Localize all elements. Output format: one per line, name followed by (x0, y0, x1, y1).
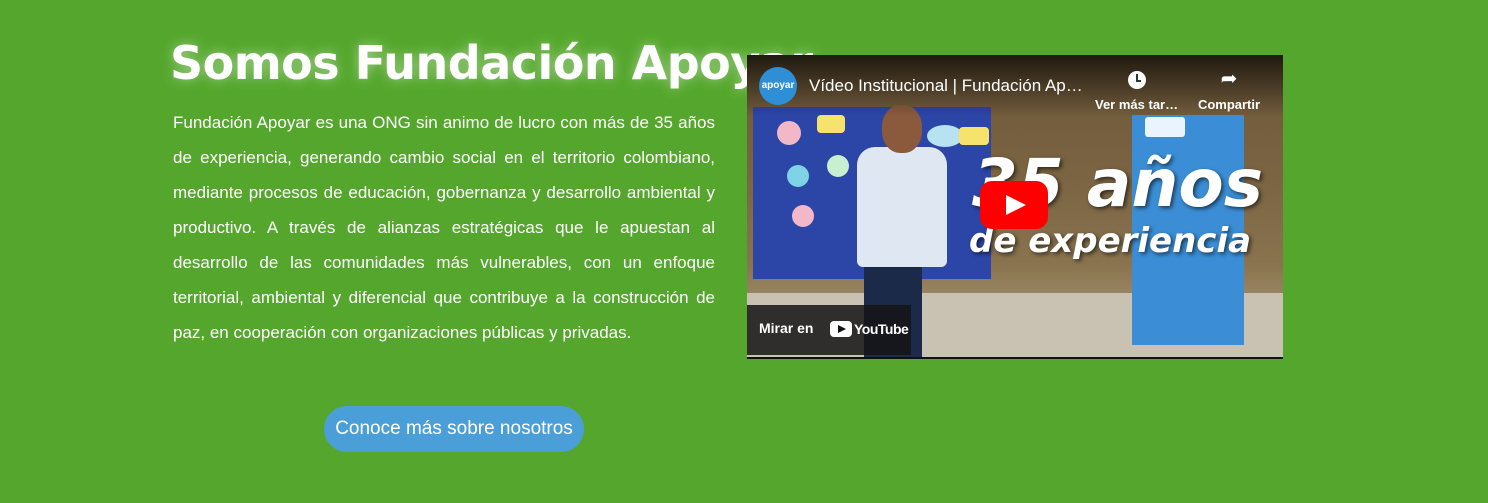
watch-on-label: Mirar en (759, 320, 814, 336)
thumbnail-card (817, 115, 845, 133)
thumbnail-card (787, 165, 809, 187)
clock-icon (1095, 67, 1179, 91)
channel-avatar[interactable]: apoyar (759, 67, 797, 105)
play-icon[interactable] (980, 181, 1048, 229)
youtube-embed[interactable]: 35 años de experiencia apoyar Vídeo Inst… (747, 55, 1283, 359)
watch-later-button[interactable]: Ver más tarde (1095, 67, 1179, 112)
video-title-link[interactable]: Vídeo Institucional | Fundación Apoyar (809, 76, 1089, 96)
youtube-logo-icon: YouTube (830, 320, 909, 340)
learn-more-button[interactable]: Conoce más sobre nosotros (324, 406, 584, 452)
thumbnail-card (827, 155, 849, 177)
watch-on-youtube-button[interactable]: Mirar en YouTube (747, 305, 911, 355)
thumbnail-card (777, 121, 801, 145)
thumbnail-card (959, 127, 989, 145)
section-title: Somos Fundación Apoyar (170, 36, 813, 90)
thumbnail-card (792, 205, 814, 227)
share-button[interactable]: ➦ Compartir (1187, 67, 1271, 112)
share-icon: ➦ (1220, 68, 1238, 90)
youtube-brand: YouTube (854, 320, 909, 337)
about-paragraph: Fundación Apoyar es una ONG sin animo de… (173, 113, 715, 342)
thumbnail-card (927, 125, 963, 147)
watch-later-label: Ver más tarde (1095, 97, 1179, 112)
thumbnail-rollup-logo (1145, 117, 1185, 137)
thumbnail-person (857, 147, 947, 267)
share-label: Compartir (1197, 97, 1261, 112)
